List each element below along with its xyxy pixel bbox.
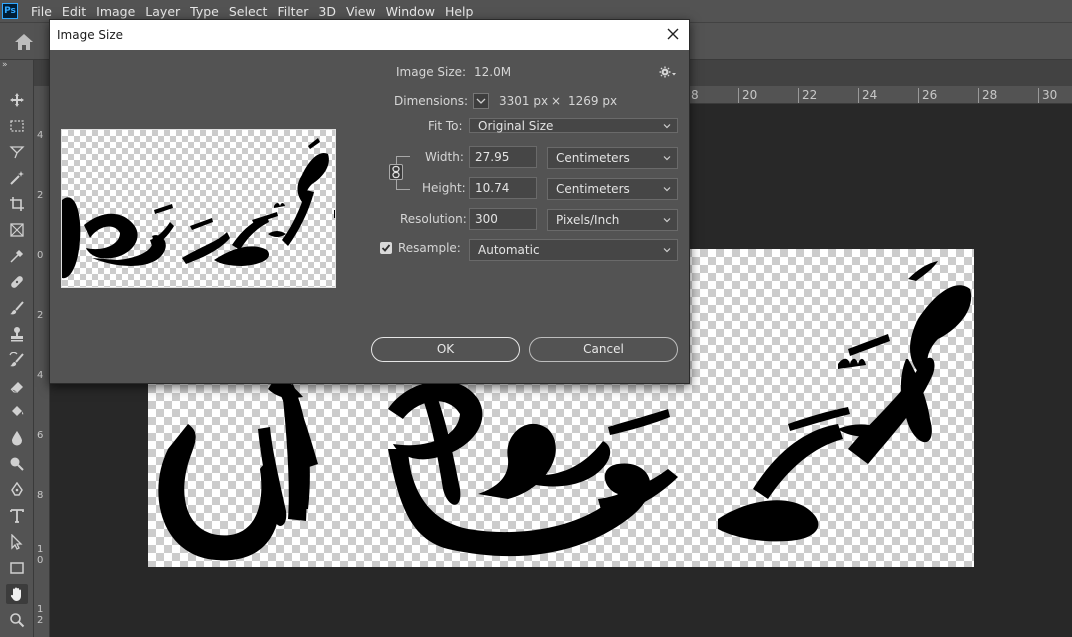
height-input[interactable]: 10.74 — [469, 177, 537, 199]
height-unit-select[interactable]: Centimeters — [547, 178, 678, 200]
eraser-tool-icon[interactable] — [6, 376, 28, 396]
ruler-tick: 0 — [37, 250, 44, 261]
marquee-tool-icon[interactable] — [6, 116, 28, 136]
resolution-unit-select[interactable]: Pixels/Inch — [547, 209, 678, 231]
menu-image[interactable]: Image — [96, 4, 135, 19]
magic-wand-tool-icon[interactable] — [6, 168, 28, 188]
ruler-tick: 2 — [37, 190, 44, 201]
chain-icon — [392, 165, 400, 179]
dodge-tool-icon[interactable] — [6, 454, 28, 474]
chevron-down-icon — [663, 187, 671, 192]
cancel-button[interactable]: Cancel — [529, 337, 678, 362]
menu-window[interactable]: Window — [386, 4, 435, 19]
menu-file[interactable]: File — [31, 4, 52, 19]
gear-icon[interactable] — [659, 66, 677, 78]
resolution-input[interactable]: 300 — [469, 208, 537, 230]
ruler-tick: 1 0 — [37, 544, 44, 566]
ok-button[interactable]: OK — [371, 337, 520, 362]
checkmark-icon — [381, 244, 391, 252]
ruler-tick: 8 — [37, 490, 44, 501]
zoom-tool-icon[interactable] — [6, 610, 28, 630]
ruler-tick: 2 — [37, 310, 44, 321]
collapse-panel-icon[interactable]: » — [2, 60, 8, 70]
ruler-tick: 6 — [37, 430, 44, 441]
ruler-tick: 28 — [978, 88, 997, 103]
chevron-down-icon — [663, 156, 671, 161]
height-label: Height: — [422, 181, 466, 195]
menu-filter[interactable]: Filter — [277, 4, 308, 19]
image-preview[interactable] — [61, 129, 336, 288]
healing-brush-tool-icon[interactable] — [6, 272, 28, 292]
ruler-tick: 4 — [37, 370, 44, 381]
lasso-tool-icon[interactable] — [6, 142, 28, 162]
dimensions-height-value: 1269 px — [568, 94, 618, 108]
photoshop-logo: Ps — [2, 3, 18, 19]
resample-method-select[interactable]: Automatic — [469, 239, 678, 261]
image-size-value: 12.0M — [474, 65, 512, 79]
close-icon[interactable] — [665, 26, 681, 42]
ruler-tick: 1 2 — [37, 604, 44, 626]
menu-type[interactable]: Type — [190, 4, 219, 19]
dimensions-unit-dropdown[interactable] — [473, 93, 489, 109]
menu-help[interactable]: Help — [445, 4, 474, 19]
menu-edit[interactable]: Edit — [62, 4, 86, 19]
width-label: Width: — [425, 150, 464, 164]
width-unit-select[interactable]: Centimeters — [547, 147, 678, 169]
frame-tool-icon[interactable] — [6, 220, 28, 240]
ruler-tick: 22 — [798, 88, 817, 103]
resample-checkbox[interactable] — [380, 242, 392, 254]
type-tool-icon[interactable] — [6, 506, 28, 526]
hand-tool-icon[interactable] — [6, 584, 28, 604]
fit-to-value: Original Size — [478, 119, 554, 133]
paint-bucket-tool-icon[interactable] — [6, 402, 28, 422]
pen-tool-icon[interactable] — [6, 480, 28, 500]
constrain-proportions-link-icon[interactable] — [389, 164, 403, 180]
fit-to-label: Fit To: — [428, 119, 463, 133]
ruler-tick: 4 — [37, 130, 44, 141]
chevron-down-icon — [476, 98, 486, 104]
crop-tool-icon[interactable] — [6, 194, 28, 214]
home-icon[interactable] — [14, 33, 34, 51]
width-unit-value: Centimeters — [556, 151, 630, 165]
ruler-tick: 24 — [858, 88, 877, 103]
width-input[interactable]: 27.95 — [469, 146, 537, 168]
dialog-title: Image Size — [57, 28, 124, 42]
resolution-label: Resolution: — [400, 212, 467, 226]
dimensions-width-value: 3301 px — [499, 94, 549, 108]
path-selection-tool-icon[interactable] — [6, 532, 28, 552]
dimensions-times: × — [551, 94, 562, 108]
fit-to-select[interactable]: Original Size — [469, 118, 678, 133]
brush-tool-icon[interactable] — [6, 298, 28, 318]
dialog-titlebar: Image Size — [50, 20, 689, 50]
preview-artwork — [62, 138, 335, 279]
resample-method-value: Automatic — [478, 243, 540, 257]
menu-view[interactable]: View — [346, 4, 376, 19]
menu-select[interactable]: Select — [229, 4, 268, 19]
clone-stamp-tool-icon[interactable] — [6, 324, 28, 344]
image-size-label: Image Size: — [396, 65, 467, 79]
menu-3d[interactable]: 3D — [318, 4, 336, 19]
chevron-down-icon — [663, 248, 671, 253]
eyedropper-tool-icon[interactable] — [6, 246, 28, 266]
ruler-tick: 26 — [918, 88, 937, 103]
chevron-down-icon — [663, 124, 671, 129]
resample-label: Resample: — [398, 241, 461, 255]
move-tool-icon[interactable] — [6, 90, 28, 110]
image-size-dialog: Image Size Image Size: 12.0M Dimensions:… — [49, 19, 690, 384]
ruler-tick: 30 — [1038, 88, 1057, 103]
vertical-ruler: 4 2 0 2 4 6 8 1 0 1 2 — [34, 86, 50, 637]
resolution-unit-value: Pixels/Inch — [556, 213, 620, 227]
rectangle-tool-icon[interactable] — [6, 558, 28, 578]
history-brush-tool-icon[interactable] — [6, 350, 28, 370]
menu-layer[interactable]: Layer — [145, 4, 180, 19]
blur-tool-icon[interactable] — [6, 428, 28, 448]
tools-panel: » — [0, 60, 34, 637]
ruler-tick: 20 — [738, 88, 757, 103]
height-unit-value: Centimeters — [556, 182, 630, 196]
chevron-down-icon — [663, 218, 671, 223]
dimensions-label: Dimensions: — [394, 94, 469, 108]
